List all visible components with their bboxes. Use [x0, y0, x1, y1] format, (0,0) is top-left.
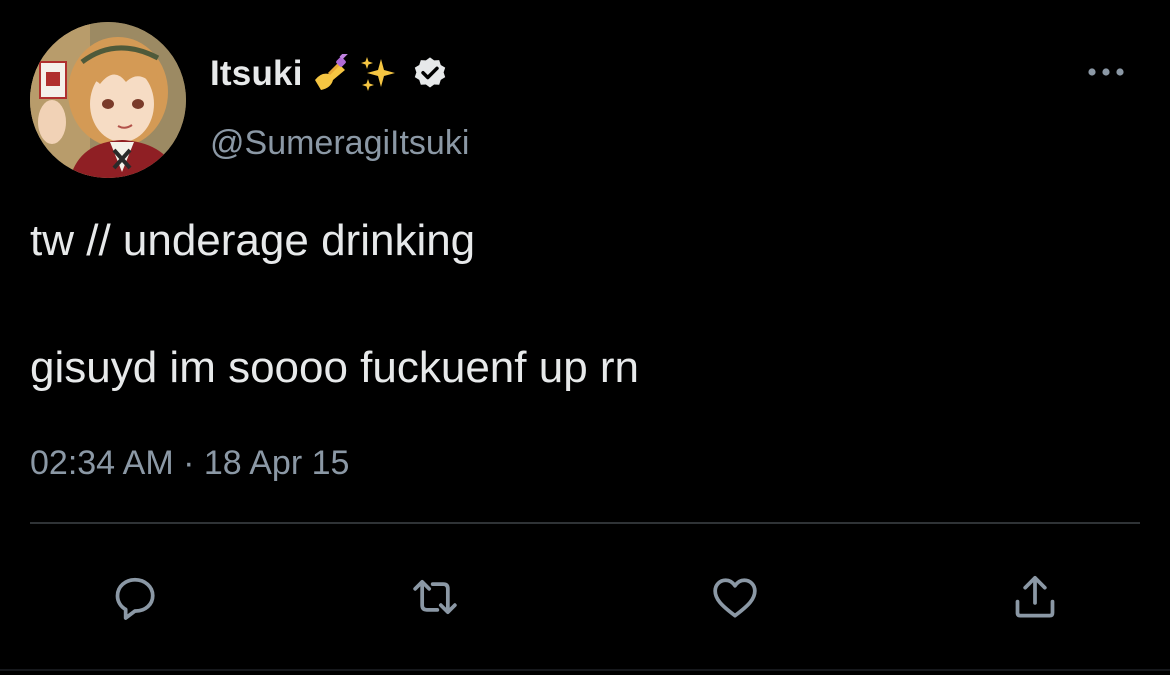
- like-button[interactable]: [703, 565, 767, 629]
- tweet-text-line-2: gisuyd im soooo fuckuenf up rn: [30, 343, 640, 392]
- reply-button[interactable]: [103, 565, 167, 629]
- verified-badge-icon: [411, 55, 449, 93]
- tweet-timestamp[interactable]: 02:34 AM · 18 Apr 15: [30, 444, 349, 483]
- avatar[interactable]: [30, 22, 186, 178]
- bottom-divider: [0, 669, 1170, 671]
- tweet-text-line-1: tw // underage drinking: [30, 216, 476, 265]
- reply-icon: [115, 577, 155, 620]
- retweet-icon: [413, 579, 457, 615]
- retweet-button[interactable]: [403, 565, 467, 629]
- user-handle[interactable]: @SumeragiItsuki: [210, 124, 469, 163]
- sparkles-icon: [359, 55, 397, 93]
- share-button[interactable]: [1003, 565, 1067, 629]
- divider: [30, 522, 1140, 524]
- like-icon: [713, 578, 757, 618]
- user-name-row: Itsuki: [210, 50, 449, 98]
- more-options-icon[interactable]: [1082, 62, 1130, 82]
- share-icon: [1015, 576, 1055, 618]
- display-name[interactable]: Itsuki: [210, 54, 303, 94]
- action-bar: [0, 565, 1170, 629]
- nail-polish-icon: [311, 54, 351, 94]
- tweet-detail: Itsuki @SumeragiItsuki tw // underage dr…: [0, 0, 1170, 675]
